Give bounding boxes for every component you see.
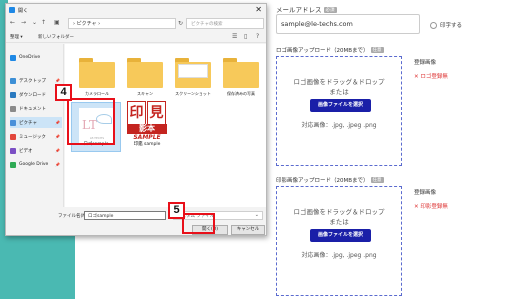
pin-icon: 📌 (55, 162, 60, 167)
app-icon (9, 7, 15, 13)
page-accent-block (0, 236, 75, 299)
dropzone-formats: 対応画像：.jpg, .jpeg .png (301, 252, 377, 259)
logo-dropzone[interactable]: ロゴ画像をドラッグ＆ドロップ または 画像ファイルを選択 対応画像：.jpg, … (276, 56, 402, 166)
dropzone-or: または (329, 218, 349, 226)
preview-pane-icon[interactable]: ▯ (244, 33, 247, 40)
folder-icon[interactable] (223, 58, 259, 88)
new-folder-button[interactable]: 新しいフォルダー (38, 34, 74, 40)
optional-badge: 任意 (370, 47, 384, 53)
up-arrow-icon[interactable]: ↑ (41, 19, 46, 26)
help-icon[interactable]: ? (256, 33, 259, 40)
highlight-box-logo-file (67, 98, 115, 145)
seal-char: 見 (147, 101, 166, 125)
logo-status-error: ✕ ロゴ登録無 (414, 74, 448, 80)
back-arrow-icon[interactable]: ← (10, 19, 15, 26)
seal-status-error: ✕ 印影登録無 (414, 204, 448, 210)
nav-item-documents[interactable]: ドキュメント (10, 103, 62, 114)
nav-item-videos[interactable]: ビデオ 📌 (10, 145, 62, 156)
folder-icon[interactable] (79, 58, 115, 88)
print-label: 印字する (440, 23, 463, 29)
dialog-title: 開く (18, 8, 29, 14)
filename-input[interactable]: ロゴsample (84, 211, 166, 220)
seal-dropzone[interactable]: ロゴ画像をドラッグ＆ドロップ または 画像ファイルを選択 対応画像：.jpg, … (276, 186, 402, 296)
organize-menu[interactable]: 整理 ▾ (10, 34, 23, 40)
music-icon (10, 133, 16, 140)
folder-icon[interactable] (127, 58, 163, 88)
radio-icon[interactable] (430, 21, 437, 29)
cancel-button[interactable]: キャンセル (231, 225, 265, 235)
folder-label: スクリーンショット (175, 91, 211, 96)
dialog-footer: ファイル名(N): ロゴsample カスタム ファイル ⌄ 開く(O) キャンセ… (6, 207, 266, 235)
nav-item-music[interactable]: ミュージック 📌 (10, 131, 62, 142)
pin-icon: 📌 (55, 120, 60, 125)
refresh-icon[interactable]: ↻ (178, 20, 183, 27)
view-options-icon[interactable]: ☰ (232, 33, 237, 40)
google-drive-icon (10, 161, 16, 168)
seal-select-file-button[interactable]: 画像ファイルを選択 (310, 229, 371, 242)
dropzone-instruction: ロゴ画像をドラッグ＆ドロップ (293, 78, 385, 86)
address-row: ← → ⌄ ↑ ▣ › ピクチャ › ↻ ピクチャの検索 (6, 16, 266, 31)
seal-stamp-row: 影本 (127, 124, 167, 134)
nav-item-google-drive[interactable]: Google Drive 📌 (10, 159, 62, 170)
pin-icon: 📌 (55, 78, 60, 83)
folder-label: カメラロール (85, 91, 109, 96)
pin-icon: 📌 (55, 134, 60, 139)
search-input[interactable]: ピクチャの検索 (186, 18, 264, 29)
chevron-down-icon[interactable]: ⌄ (32, 19, 37, 26)
dialog-toolbar: 整理 ▾ 新しいフォルダー ☰ ▯ ? (6, 31, 266, 43)
seal-thumbnail[interactable]: 印 見 影本 SAMPLE (127, 101, 167, 141)
email-label: メールアドレス 必須 (276, 6, 337, 14)
close-icon[interactable]: ✕ (255, 5, 262, 14)
folder-label: 保存済みの写真 (227, 91, 255, 96)
step-5-badge: 5 (168, 202, 185, 219)
navigation-pane: OneDrive デスクトップ📌 ダウンロード📌 ドキュメント ピクチャ📌 ミュ… (6, 44, 64, 207)
logo-select-file-button[interactable]: 画像ファイルを選択 (310, 99, 371, 112)
optional-badge: 任意 (370, 177, 384, 183)
logo-status-label: 登録画像 (414, 60, 437, 66)
dropzone-formats: 対応画像：.jpg, .jpeg .png (301, 122, 377, 129)
pictures-icon (10, 119, 16, 126)
address-bar[interactable]: › ピクチャ › (68, 18, 176, 29)
required-badge: 必須 (323, 7, 337, 13)
dropzone-or: または (329, 88, 349, 96)
file-open-dialog: 開く ✕ ← → ⌄ ↑ ▣ › ピクチャ › ↻ ピクチャの検索 整理 ▾ 新… (5, 3, 267, 236)
pin-icon: 📌 (55, 148, 60, 153)
seal-upload-label: 印影画像アップロード（20MBまで） 任意 (276, 177, 384, 184)
step-4-badge: 4 (55, 84, 72, 101)
desktop-icon (10, 77, 16, 84)
document-icon (10, 105, 16, 112)
print-toggle[interactable]: 印字する (430, 21, 462, 29)
download-icon (10, 91, 16, 98)
seal-sample-text: SAMPLE (133, 134, 161, 141)
forward-arrow-icon[interactable]: → (21, 19, 26, 26)
pictures-icon: ▣ (54, 19, 60, 26)
cloud-icon (10, 54, 16, 61)
folder-label: スキャン (137, 91, 153, 96)
folder-icon[interactable] (175, 58, 211, 88)
email-field[interactable]: sample@le-techs.com (276, 14, 420, 34)
seal-char: 印 (127, 101, 146, 125)
file-label: 印鑑 sample (133, 142, 161, 147)
highlight-box-open-button (182, 213, 215, 234)
dialog-titlebar: 開く ✕ (6, 4, 266, 16)
nav-item-pictures[interactable]: ピクチャ 📌 (10, 117, 62, 128)
video-icon (10, 147, 16, 154)
chevron-down-icon: ⌄ (254, 212, 259, 218)
seal-status-label: 登録画像 (414, 190, 437, 196)
logo-upload-label: ロゴ画像アップロード（20MBまで） 任意 (276, 47, 384, 54)
nav-item-onedrive[interactable]: OneDrive (10, 52, 62, 63)
dropzone-instruction: ロゴ画像をドラッグ＆ドロップ (293, 208, 385, 216)
